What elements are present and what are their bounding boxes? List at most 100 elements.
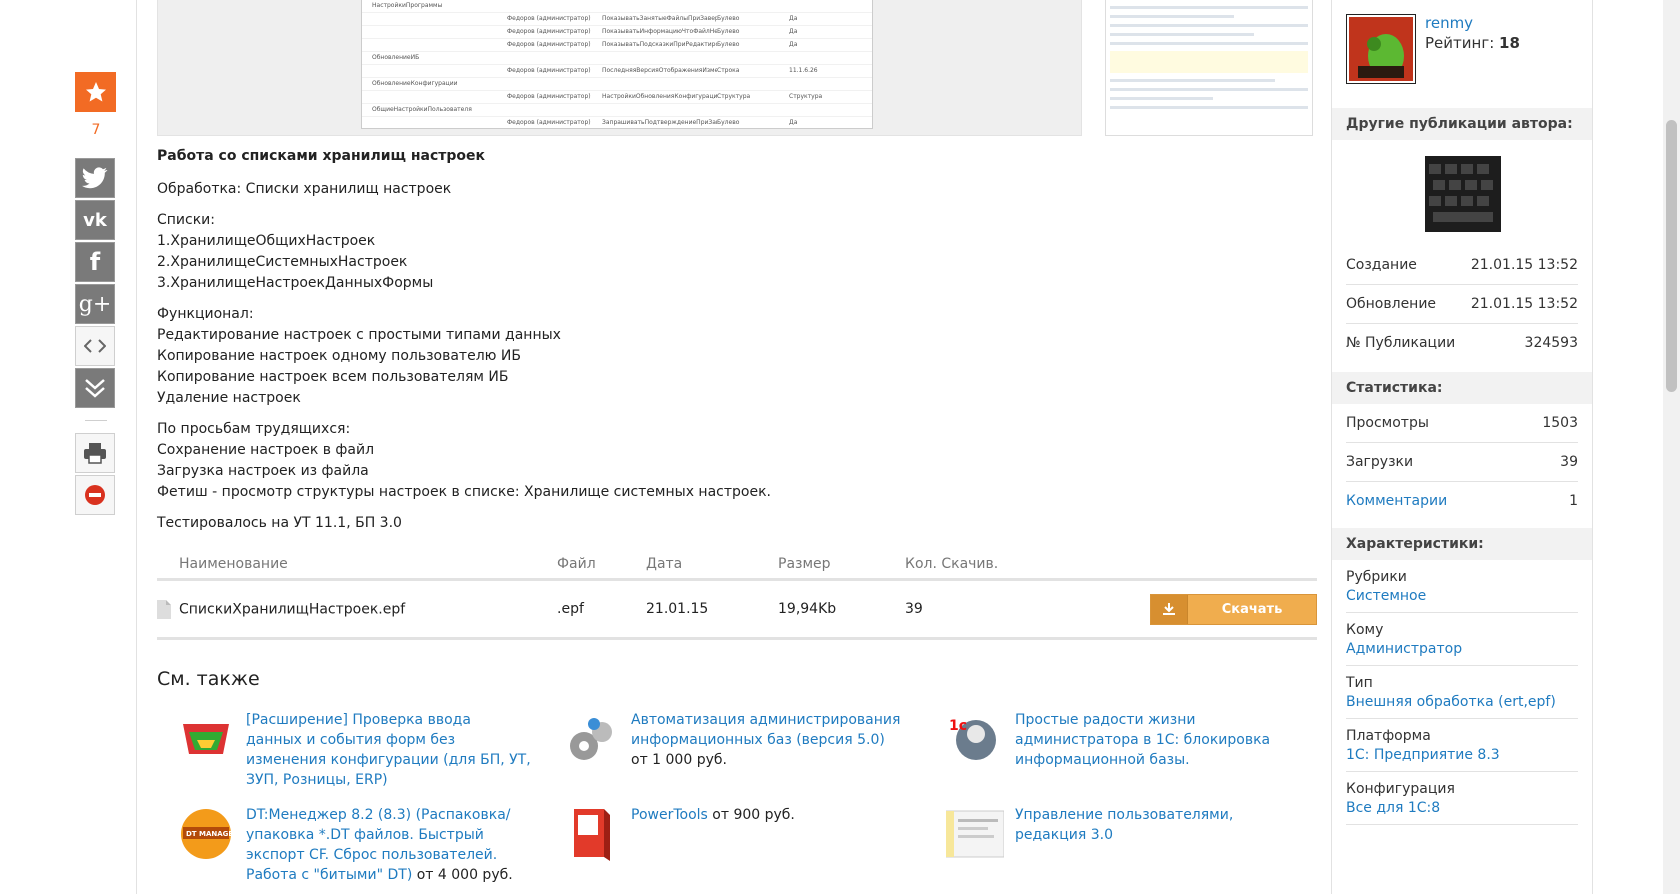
author-name-link[interactable]: renmy	[1425, 14, 1473, 32]
stat-comments: Комментарии 1	[1346, 482, 1578, 520]
file-ext: .epf	[557, 601, 584, 617]
share-bar: 7 vk f g+	[75, 72, 117, 517]
see-also-title: См. также	[157, 668, 260, 690]
twitter-share-button[interactable]	[75, 158, 115, 198]
article-heading: Работа со списками хранилищ настроек	[157, 148, 486, 164]
configuration-link[interactable]: Все для 1С:8	[1346, 799, 1578, 818]
double-chevron-down-icon	[85, 379, 105, 398]
lists-block: Списки: 1.ХранилищеОбщихНастроек 2.Храни…	[157, 212, 434, 291]
char-configuration: Конфигурация Все для 1С:8	[1346, 772, 1578, 825]
related-link[interactable]: [Расширение] Проверка ввода данных и соб…	[246, 712, 531, 788]
characteristics: Рубрики Системное Кому Администратор Тип Вн…	[1332, 560, 1592, 825]
vk-share-button[interactable]: vk	[75, 200, 115, 240]
stat-views: Просмотры 1503	[1346, 404, 1578, 443]
meta-pub-number: № Публикации 324593	[1346, 335, 1578, 351]
related-item: PowerTools от 900 руб.	[574, 805, 901, 861]
screenshot-row: НастройкиПрограммы	[362, 0, 872, 13]
related-item: Управление пользователями, редакция 3.0	[946, 805, 1285, 858]
code-icon	[84, 339, 106, 353]
divider	[85, 420, 107, 421]
meta-updated: Обновление 21.01.15 13:52	[1346, 285, 1578, 324]
users-screenshot-icon	[946, 810, 1004, 858]
file-size: 19,94Kb	[778, 601, 837, 617]
avatar[interactable]	[1346, 14, 1416, 84]
tested-note: Тестировалось на УТ 11.1, БП 3.0	[157, 515, 402, 531]
screenshot-thumbnail[interactable]	[1105, 0, 1313, 136]
related-item: DT MANAGER DT:Менеджер 8.2 (8.3) (Распак…	[181, 805, 531, 885]
author-rating: Рейтинг: 18	[1425, 34, 1520, 52]
files-table-header: Наименование Файл Дата Размер Кол. Скачи…	[157, 550, 1317, 581]
screenshot-main[interactable]: НастройкиПрограммы Федоров (администратор…	[157, 0, 1082, 136]
requests-block: По просьбам трудящихся: Сохранение настр…	[157, 421, 771, 500]
main-content: НастройкиПрограммы Федоров (администратор…	[136, 0, 1332, 894]
star-icon	[85, 82, 106, 102]
screenshot-row: Федоров (администратор) НастройкиОбновлен…	[362, 91, 872, 104]
audience-link[interactable]: Администратор	[1346, 640, 1578, 659]
screenshot-row: Федоров (администратор) ЗапрашиватьПодтве…	[362, 117, 872, 128]
expand-button[interactable]	[75, 368, 115, 408]
rubric-link[interactable]: Системное	[1346, 587, 1578, 606]
facebook-icon: f	[89, 248, 101, 276]
char-type: Тип Внешняя обработка (ert,epf)	[1346, 666, 1578, 719]
screenshot-row: Федоров (администратор) ПоследняяВерсияОт…	[362, 65, 872, 78]
print-button[interactable]	[75, 433, 115, 473]
screenshot-row: ОбщиеНастройкиПользователя	[362, 104, 872, 117]
vk-icon: vk	[83, 209, 107, 231]
related-item: Автоматизация администрирования информац…	[570, 710, 901, 770]
file-downloads: 39	[905, 601, 923, 617]
related-price: от 1 000 руб.	[631, 752, 727, 768]
stats-heading: Статистика:	[1332, 372, 1592, 404]
google-plus-share-button[interactable]: g+	[75, 284, 115, 324]
other-publications	[1332, 140, 1592, 246]
related-item: [Расширение] Проверка ввода данных и соб…	[183, 710, 531, 790]
screenshot-table: НастройкиПрограммы Федоров (администратор…	[361, 0, 873, 129]
scrollbar-thumb[interactable]	[1666, 120, 1677, 392]
dt-manager-icon: DT MANAGER	[181, 809, 235, 859]
publication-meta: Создание 21.01.15 13:52 Обновление 21.01.1…	[1332, 246, 1592, 362]
related-link[interactable]: Автоматизация администрирования информац…	[631, 712, 900, 748]
type-link[interactable]: Внешняя обработка (ert,epf)	[1346, 693, 1578, 712]
related-link[interactable]: Управление пользователями, редакция 3.0	[1015, 807, 1233, 843]
files-table: Наименование Файл Дата Размер Кол. Скачи…	[157, 550, 1317, 640]
page-scrollbar[interactable]	[1663, 0, 1680, 894]
google-plus-icon: g+	[78, 291, 112, 317]
char-audience: Кому Администратор	[1346, 613, 1578, 666]
screenshot-row: ОбновлениеИБ	[362, 52, 872, 65]
file-icon	[157, 599, 171, 619]
embed-button[interactable]	[75, 326, 115, 366]
author-block: renmy Рейтинг: 18	[1332, 0, 1592, 108]
screenshot-row: Федоров (администратор) ПоказыватьИнформа…	[362, 26, 872, 39]
screenshot-row: Федоров (администратор) ПоказыватьПодсказ…	[362, 39, 872, 52]
char-rubric: Рубрики Системное	[1346, 560, 1578, 613]
related-price: от 900 руб.	[712, 807, 795, 823]
facebook-share-button[interactable]: f	[75, 242, 115, 282]
report-button[interactable]	[75, 475, 115, 515]
related-price: от 4 000 руб.	[416, 867, 513, 883]
powertools-box-icon	[574, 809, 610, 861]
stat-downloads: Загрузки 39	[1346, 443, 1578, 482]
download-button[interactable]: Скачать	[1150, 593, 1317, 625]
block-icon	[85, 485, 105, 505]
related-link[interactable]: Простые радости жизни администратора в 1…	[1015, 712, 1270, 768]
favorite-button[interactable]	[75, 72, 116, 112]
download-icon	[1151, 594, 1188, 624]
twitter-icon	[82, 167, 108, 189]
char-platform: Платформа 1С: Предприятие 8.3	[1346, 719, 1578, 772]
printer-icon	[84, 443, 106, 464]
comments-link[interactable]: Комментарии	[1346, 482, 1447, 520]
svg-text:DT MANAGER: DT MANAGER	[186, 830, 235, 838]
right-sidebar: renmy Рейтинг: 18 Другие публикации авто…	[1331, 0, 1593, 894]
stats: Просмотры 1503 Загрузки 39 Комментарии 1	[1332, 404, 1592, 520]
related-link[interactable]: PowerTools	[631, 807, 708, 823]
keyboard-thumbnail[interactable]	[1425, 156, 1501, 232]
screenshot-row: ОбновлениеКонфигурации	[362, 78, 872, 91]
platform-link[interactable]: 1С: Предприятие 8.3	[1346, 746, 1578, 765]
gears-icon	[570, 718, 612, 760]
article-intro: Обработка: Списки хранилищ настроек	[157, 181, 452, 197]
characteristics-heading: Характеристики:	[1332, 528, 1592, 560]
file-name-cell: СпискиХранилищНастроек.epf	[157, 599, 557, 619]
file-date: 21.01.15	[646, 601, 709, 617]
table-row: СпискиХранилищНастроек.epf .epf 21.01.15…	[157, 581, 1317, 640]
related-item: 1c Простые радости жизни администратора …	[949, 710, 1285, 770]
features-block: Функционал: Редактирование настроек с пр…	[157, 306, 561, 406]
